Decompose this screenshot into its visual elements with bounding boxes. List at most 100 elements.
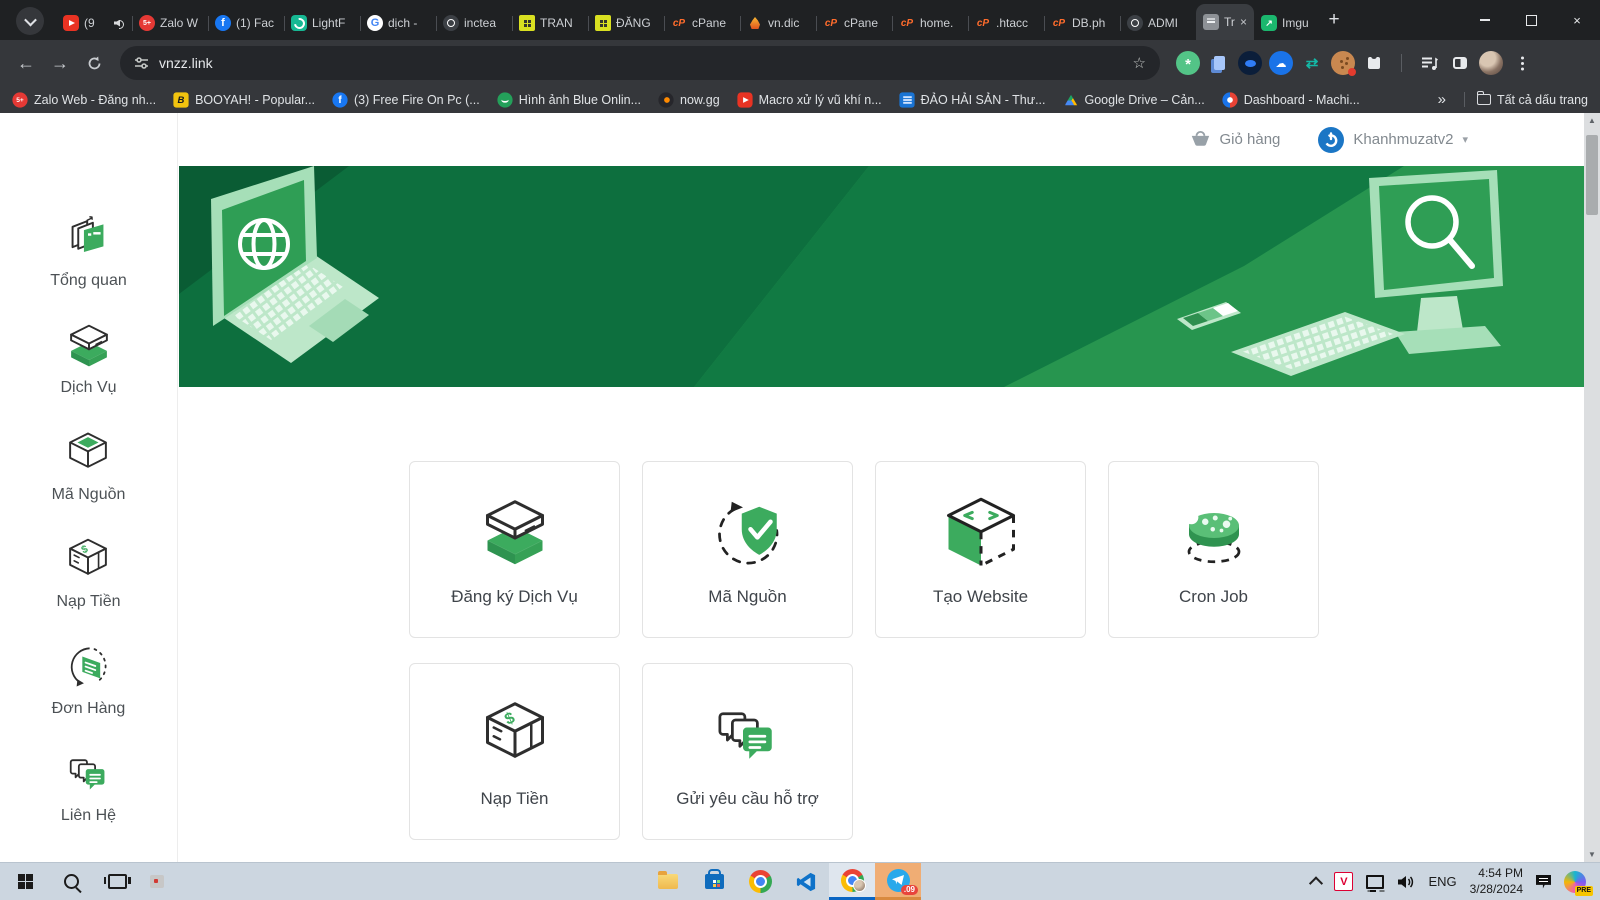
volume-icon[interactable]: [1397, 874, 1415, 890]
start-button[interactable]: [2, 863, 48, 900]
user-menu[interactable]: Khanhmuzatv2 ▾: [1318, 127, 1468, 153]
window-minimize-button[interactable]: [1462, 0, 1508, 40]
sync-extension-icon[interactable]: [1300, 51, 1324, 75]
pinned-app-button[interactable]: [140, 863, 174, 900]
bookmark-macro[interactable]: Macro xử lý vũ khí n...: [737, 92, 882, 108]
sidebar-item-don-hang[interactable]: Đơn Hàng: [52, 641, 126, 718]
globe-icon: [443, 15, 459, 31]
chatgpt-extension-icon[interactable]: [1176, 51, 1200, 75]
cookie-extension-icon[interactable]: [1331, 51, 1355, 75]
chrome-button[interactable]: [737, 863, 783, 900]
microsoft-store-button[interactable]: [691, 863, 737, 900]
tab-cpanel-htaccess[interactable]: .htacc: [968, 6, 1044, 40]
taskbar-clock[interactable]: 4:54 PM 3/28/2024: [1470, 866, 1523, 897]
tab-youtube[interactable]: (9: [56, 6, 132, 40]
tab-vndic[interactable]: vn.dic: [740, 6, 816, 40]
bookmark-google-drive[interactable]: Google Drive – Cản...: [1063, 92, 1205, 108]
forward-button[interactable]: →: [44, 47, 76, 79]
tab-active-vnzz[interactable]: Tr ×: [1196, 4, 1254, 40]
window-maximize-button[interactable]: [1508, 0, 1554, 40]
bookmark-nowgg[interactable]: now.gg: [658, 92, 720, 108]
file-explorer-button[interactable]: [645, 863, 691, 900]
bookmark-freefire[interactable]: (3) Free Fire On Pc (...: [332, 92, 480, 108]
side-panel-icon[interactable]: [1448, 51, 1472, 75]
sidebar-item-tong-quan[interactable]: Tổng quan: [50, 213, 127, 290]
reload-button[interactable]: [78, 47, 110, 79]
playlist-icon[interactable]: [1417, 51, 1441, 75]
network-icon[interactable]: [1366, 875, 1384, 889]
cloud-extension-icon[interactable]: [1269, 51, 1293, 75]
language-indicator[interactable]: ENG: [1428, 874, 1456, 889]
bookmarks-overflow-chevron-icon[interactable]: »: [1432, 91, 1452, 108]
qr-icon: [595, 15, 611, 31]
page-scrollbar[interactable]: ▲ ▼: [1584, 113, 1600, 862]
unikey-icon[interactable]: V: [1334, 872, 1353, 891]
card-ma-nguon[interactable]: Mã Nguồn: [642, 461, 853, 638]
tab-search-button[interactable]: [16, 7, 44, 35]
sidebar-item-ma-nguon[interactable]: Mã Nguồn: [52, 427, 126, 504]
orders-icon: [62, 641, 114, 693]
tab-label: TRAN: [540, 16, 581, 30]
taskbar-search-button[interactable]: [48, 863, 94, 900]
sidebar-item-dich-vu[interactable]: Dịch Vụ: [60, 320, 116, 397]
scrollbar-up-arrow-icon[interactable]: ▲: [1584, 113, 1600, 128]
chrome-profile-button-active[interactable]: [829, 863, 875, 900]
clock-date: 3/28/2024: [1470, 882, 1523, 898]
vscode-button[interactable]: [783, 863, 829, 900]
browser-profile-avatar[interactable]: [1479, 51, 1503, 75]
address-bar[interactable]: vnzz.link ☆: [120, 46, 1160, 80]
back-button[interactable]: ←: [10, 47, 42, 79]
card-tao-website[interactable]: Tạo Website: [875, 461, 1086, 638]
tab-inctea[interactable]: inctea: [436, 6, 512, 40]
tab-cpanel-1[interactable]: cPane: [664, 6, 740, 40]
extensions-puzzle-icon[interactable]: [1362, 51, 1386, 75]
tray-hidden-icons-chevron-icon[interactable]: [1309, 876, 1323, 890]
tab-cpanel-home[interactable]: home.: [892, 6, 968, 40]
tab-tran[interactable]: TRAN: [512, 6, 588, 40]
telegram-button[interactable]: .09: [875, 863, 921, 900]
cart-button[interactable]: Giỏ hàng: [1189, 130, 1281, 149]
bookmark-dashboard[interactable]: Dashboard - Machi...: [1222, 92, 1360, 108]
sidebar-item-lien-he[interactable]: Liên Hệ: [61, 748, 116, 825]
bookmark-zalo[interactable]: Zalo Web - Đăng nh...: [12, 92, 156, 108]
bookmark-star-icon[interactable]: ☆: [1133, 54, 1146, 72]
eye-extension-icon[interactable]: [1238, 51, 1262, 75]
scrollbar-down-arrow-icon[interactable]: ▼: [1584, 847, 1600, 862]
window-controls: ×: [1462, 0, 1600, 40]
card-label: Tạo Website: [933, 587, 1028, 607]
bookmark-dao-hai-san[interactable]: ĐẢO HẢI SẢN - Thư...: [899, 92, 1046, 108]
copilot-icon[interactable]: PRE: [1564, 871, 1586, 893]
sidebar-item-nap-tien[interactable]: Nạp Tiền: [56, 534, 120, 611]
card-nap-tien[interactable]: Nạp Tiền: [409, 663, 620, 840]
tab-dang[interactable]: ĐĂNG: [588, 6, 664, 40]
sidebar-item-label: Tổng quan: [50, 272, 127, 290]
bookmarks-bar: Zalo Web - Đăng nh... BOOYAH! - Popular.…: [0, 86, 1600, 113]
taskbar-center-cluster: .09: [645, 863, 921, 900]
card-cron-job[interactable]: Cron Job: [1108, 461, 1319, 638]
tab-imgur[interactable]: Imgur: [1254, 6, 1316, 40]
scrollbar-thumb[interactable]: [1586, 135, 1598, 215]
tab-audio-icon: [114, 18, 125, 29]
tab-admin[interactable]: ADMI: [1120, 6, 1196, 40]
card-dang-ky-dich-vu[interactable]: Đăng ký Dịch Vụ: [409, 461, 620, 638]
card-gui-yeu-cau-ho-tro[interactable]: Gửi yêu cầu hỗ trợ: [642, 663, 853, 840]
task-view-button[interactable]: [94, 863, 140, 900]
tab-cpanel-db[interactable]: DB.ph: [1044, 6, 1120, 40]
tab-close-icon[interactable]: ×: [1240, 16, 1247, 28]
tab-cpanel-2[interactable]: cPane: [816, 6, 892, 40]
tab-label: LightF: [312, 16, 353, 30]
site-info-icon[interactable]: [134, 56, 149, 70]
window-close-button[interactable]: ×: [1554, 0, 1600, 40]
docs-extension-icon[interactable]: [1207, 51, 1231, 75]
action-center-icon[interactable]: [1536, 875, 1551, 889]
new-tab-button[interactable]: +: [1320, 6, 1348, 34]
tab-zalo[interactable]: Zalo W: [132, 6, 208, 40]
all-bookmarks-button[interactable]: Tất cả dấu trang: [1477, 93, 1588, 107]
tab-lightpdf[interactable]: LightF: [284, 6, 360, 40]
tab-facebook[interactable]: (1) Fac: [208, 6, 284, 40]
bookmark-booyah[interactable]: BOOYAH! - Popular...: [173, 92, 315, 108]
tab-google-translate[interactable]: dịch -: [360, 6, 436, 40]
chrome-menu-kebab-icon[interactable]: [1510, 51, 1534, 75]
cpanel-icon: [1051, 15, 1067, 31]
bookmark-blue-online[interactable]: Hình ảnh Blue Onlin...: [497, 92, 641, 108]
